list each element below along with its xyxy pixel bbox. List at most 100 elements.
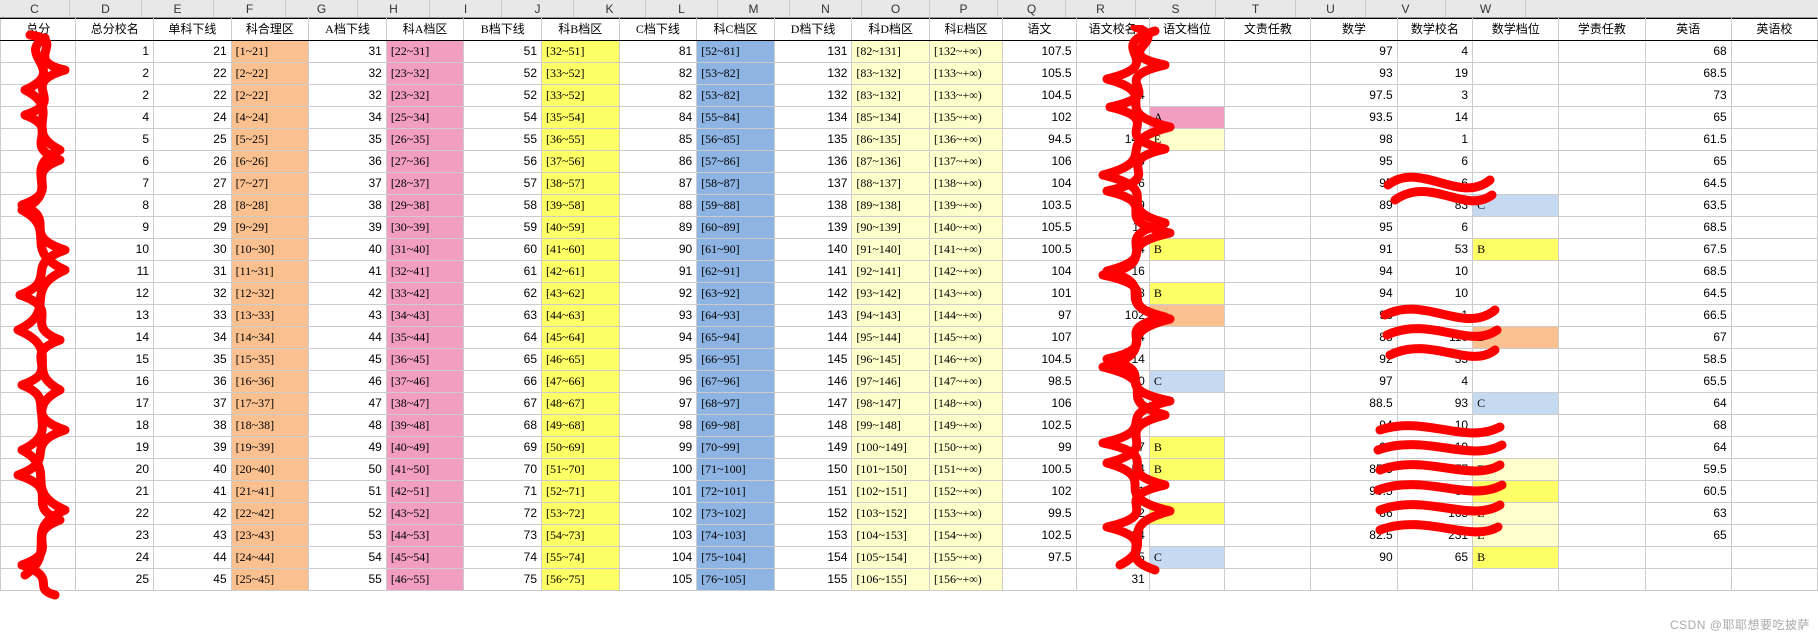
data-cell[interactable] — [1149, 327, 1224, 349]
data-cell[interactable]: [6~26] — [231, 151, 309, 173]
data-cell[interactable]: 153 — [774, 525, 852, 547]
data-cell[interactable] — [1731, 459, 1817, 481]
data-cell[interactable]: 64.5 — [1645, 283, 1731, 305]
header-cell[interactable]: 学责任教 — [1559, 19, 1645, 41]
data-cell[interactable]: 36 — [309, 151, 387, 173]
data-cell[interactable]: [46~65] — [542, 349, 620, 371]
data-cell[interactable] — [1225, 569, 1311, 591]
data-cell[interactable]: 104.5 — [1003, 349, 1076, 371]
data-cell[interactable]: [103~152] — [852, 503, 930, 525]
col-letter[interactable]: E — [142, 0, 214, 17]
data-cell[interactable]: [150~+∞) — [929, 437, 1002, 459]
data-cell[interactable]: [24~44] — [231, 547, 309, 569]
data-cell[interactable]: 61.5 — [1645, 129, 1731, 151]
data-cell[interactable] — [1473, 437, 1559, 459]
data-cell[interactable]: [33~42] — [386, 283, 464, 305]
data-cell[interactable]: 14 — [1076, 85, 1149, 107]
data-cell[interactable] — [1, 569, 76, 591]
data-cell[interactable]: [54~73] — [542, 525, 620, 547]
header-cell[interactable]: 科合理区 — [231, 19, 309, 41]
data-cell[interactable]: 35 — [309, 129, 387, 151]
data-cell[interactable] — [1559, 503, 1645, 525]
data-cell[interactable]: 56 — [464, 151, 542, 173]
data-cell[interactable]: 63 — [1645, 503, 1731, 525]
data-cell[interactable]: 35 — [1397, 349, 1472, 371]
data-cell[interactable] — [1559, 525, 1645, 547]
data-cell[interactable] — [1731, 129, 1817, 151]
data-cell[interactable]: [88~137] — [852, 173, 930, 195]
data-cell[interactable] — [1225, 327, 1311, 349]
data-cell[interactable]: [53~82] — [697, 63, 775, 85]
data-cell[interactable] — [1225, 85, 1311, 107]
data-cell[interactable]: 90 — [1311, 547, 1397, 569]
data-cell[interactable]: 65.5 — [1645, 371, 1731, 393]
data-cell[interactable]: 104 — [619, 547, 697, 569]
data-cell[interactable]: [36~55] — [542, 129, 620, 151]
data-cell[interactable] — [1225, 41, 1311, 63]
data-cell[interactable]: [85~134] — [852, 107, 930, 129]
data-cell[interactable]: 66 — [464, 371, 542, 393]
data-cell[interactable] — [1559, 261, 1645, 283]
data-cell[interactable]: 52 — [464, 85, 542, 107]
data-cell[interactable]: 142 — [774, 283, 852, 305]
data-cell[interactable]: 147 — [774, 393, 852, 415]
data-cell[interactable] — [1225, 371, 1311, 393]
data-cell[interactable] — [1149, 41, 1224, 63]
data-cell[interactable]: 87 — [619, 173, 697, 195]
data-cell[interactable] — [1559, 481, 1645, 503]
header-cell[interactable]: B档下线 — [464, 19, 542, 41]
data-cell[interactable]: 104 — [1003, 173, 1076, 195]
data-cell[interactable]: 55 — [464, 129, 542, 151]
data-cell[interactable]: 6 — [1397, 151, 1472, 173]
data-cell[interactable]: 11 — [1076, 63, 1149, 85]
data-cell[interactable]: 149 — [774, 437, 852, 459]
data-cell[interactable]: 26 — [154, 151, 232, 173]
data-cell[interactable]: 16 — [1076, 261, 1149, 283]
data-cell[interactable]: 28 — [154, 195, 232, 217]
data-cell[interactable] — [1731, 525, 1817, 547]
data-cell[interactable]: [8~28] — [231, 195, 309, 217]
data-cell[interactable]: [132~+∞) — [929, 41, 1002, 63]
data-cell[interactable]: 6 — [1076, 151, 1149, 173]
data-cell[interactable]: 81 — [619, 41, 697, 63]
data-cell[interactable] — [1, 547, 76, 569]
data-cell[interactable]: C — [1473, 393, 1559, 415]
data-cell[interactable] — [1225, 63, 1311, 85]
data-cell[interactable]: [94~143] — [852, 305, 930, 327]
data-cell[interactable]: 48 — [1076, 283, 1149, 305]
data-cell[interactable]: [100~149] — [852, 437, 930, 459]
data-cell[interactable]: 64.5 — [1645, 173, 1731, 195]
data-cell[interactable]: 6 — [1397, 217, 1472, 239]
data-cell[interactable]: [42~51] — [386, 481, 464, 503]
data-cell[interactable]: 100 — [619, 459, 697, 481]
data-cell[interactable]: [5~25] — [231, 129, 309, 151]
data-cell[interactable] — [1473, 349, 1559, 371]
data-cell[interactable]: 94.5 — [1003, 129, 1076, 151]
data-cell[interactable]: [22~31] — [386, 41, 464, 63]
header-cell[interactable]: D档下线 — [774, 19, 852, 41]
data-cell[interactable]: 94 — [619, 327, 697, 349]
data-cell[interactable]: 68 — [464, 415, 542, 437]
col-letter[interactable]: N — [790, 0, 862, 17]
data-cell[interactable]: [146~+∞) — [929, 349, 1002, 371]
data-cell[interactable]: [38~57] — [542, 173, 620, 195]
data-cell[interactable] — [1473, 283, 1559, 305]
data-cell[interactable]: 20 — [76, 459, 154, 481]
col-letter[interactable]: V — [1366, 0, 1446, 17]
data-cell[interactable]: 1 — [76, 41, 154, 63]
data-cell[interactable] — [1225, 349, 1311, 371]
data-cell[interactable]: 94 — [1311, 261, 1397, 283]
data-cell[interactable]: [51~70] — [542, 459, 620, 481]
data-cell[interactable] — [1473, 151, 1559, 173]
data-cell[interactable]: 177 — [1397, 459, 1472, 481]
data-cell[interactable]: [64~93] — [697, 305, 775, 327]
header-cell[interactable]: 科C档区 — [697, 19, 775, 41]
data-cell[interactable] — [1731, 569, 1817, 591]
data-cell[interactable]: 11 — [1076, 217, 1149, 239]
header-cell[interactable]: A档下线 — [309, 19, 387, 41]
data-cell[interactable] — [1473, 63, 1559, 85]
data-cell[interactable]: 6 — [1397, 173, 1472, 195]
data-cell[interactable]: 100.5 — [1003, 459, 1076, 481]
data-cell[interactable]: 82 — [619, 63, 697, 85]
data-cell[interactable]: 48 — [309, 415, 387, 437]
